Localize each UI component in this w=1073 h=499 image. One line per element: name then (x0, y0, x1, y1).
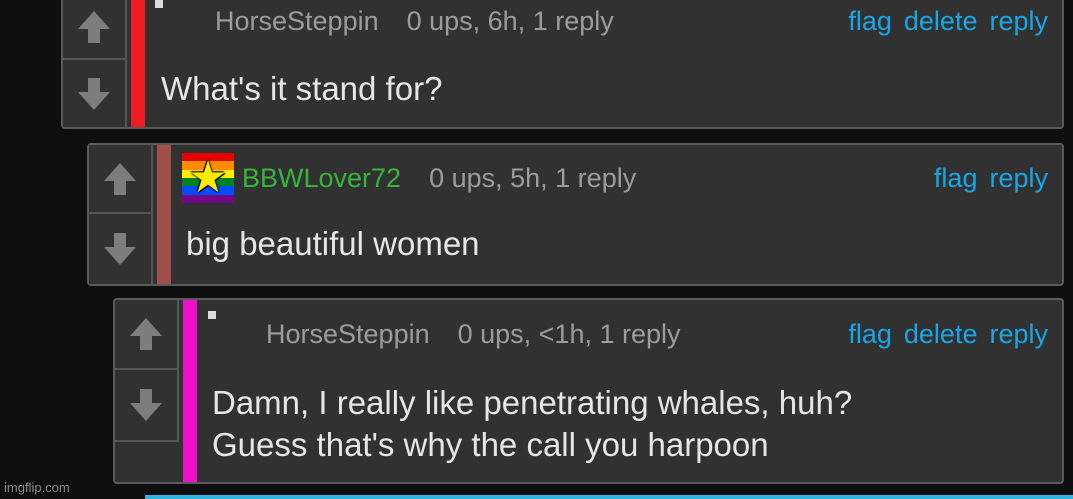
comment-meta: BBWLover72 0 ups, 5h, 1 reply (242, 163, 636, 194)
arrow-up-icon (104, 162, 136, 195)
comment-actions: flag delete reply (836, 319, 1048, 350)
reply-link[interactable]: reply (989, 319, 1048, 349)
comment-card: ★ BBWLover72 0 ups, 5h, 1 reply flag reply… (87, 143, 1064, 286)
username[interactable]: HorseSteppin (266, 319, 430, 349)
username[interactable]: HorseSteppin (215, 6, 379, 36)
downvote-button[interactable] (63, 60, 127, 127)
flag-link[interactable]: flag (848, 319, 892, 349)
flag-link[interactable]: flag (848, 6, 892, 36)
star-icon: ★ (188, 153, 228, 202)
upvote-button[interactable] (115, 300, 179, 370)
comment-text: What's it stand for? (161, 70, 443, 107)
comment-text-line: Guess that's why the call you harpoon (212, 426, 769, 463)
comment-card: HorseSteppin 0 ups, <1h, 1 reply flag dele… (113, 298, 1064, 484)
arrow-down-icon (78, 77, 110, 110)
arrow-up-icon (130, 318, 162, 350)
comment-meta: HorseSteppin 0 ups, <1h, 1 reply (266, 319, 681, 350)
comment-card: HorseSteppin 0 ups, 6h, 1 reply flag delet… (61, 0, 1064, 129)
reply-link[interactable]: reply (989, 163, 1048, 193)
comment-meta: HorseSteppin 0 ups, 6h, 1 reply (215, 6, 614, 37)
delete-link[interactable]: delete (904, 6, 978, 36)
comment-stats: 0 ups, 6h, 1 reply (406, 6, 614, 36)
thread-bar (131, 0, 145, 127)
thread-bar (183, 300, 197, 482)
comment-text: Damn, I really like penetrating whales, … (212, 382, 852, 466)
delete-link[interactable]: delete (904, 319, 978, 349)
comment-text-line: Damn, I really like penetrating whales, … (212, 384, 853, 421)
vote-column (115, 300, 179, 443)
avatar (208, 311, 216, 319)
rainbow-star-icon[interactable]: ★ (182, 153, 234, 203)
vote-column (63, 0, 127, 127)
comment-actions: flag reply (922, 163, 1048, 194)
arrow-up-icon (78, 11, 110, 43)
downvote-button[interactable] (89, 214, 153, 284)
vote-column (89, 145, 153, 284)
upvote-button[interactable] (63, 0, 127, 60)
thread-bar (157, 145, 171, 284)
flag-link[interactable]: flag (934, 163, 978, 193)
arrow-down-icon (130, 389, 162, 421)
comment-stats: 0 ups, 5h, 1 reply (429, 163, 637, 193)
comment-stats: 0 ups, <1h, 1 reply (457, 319, 681, 349)
arrow-down-icon (104, 233, 136, 265)
reply-link[interactable]: reply (989, 6, 1048, 36)
next-comment-edge (145, 495, 1073, 499)
downvote-button[interactable] (115, 370, 179, 442)
upvote-button[interactable] (89, 145, 153, 214)
comment-actions: flag delete reply (836, 6, 1048, 37)
comment-text: big beautiful women (186, 225, 480, 262)
avatar (155, 0, 163, 8)
username[interactable]: BBWLover72 (242, 163, 401, 193)
watermark: imgflip.com (4, 480, 70, 495)
